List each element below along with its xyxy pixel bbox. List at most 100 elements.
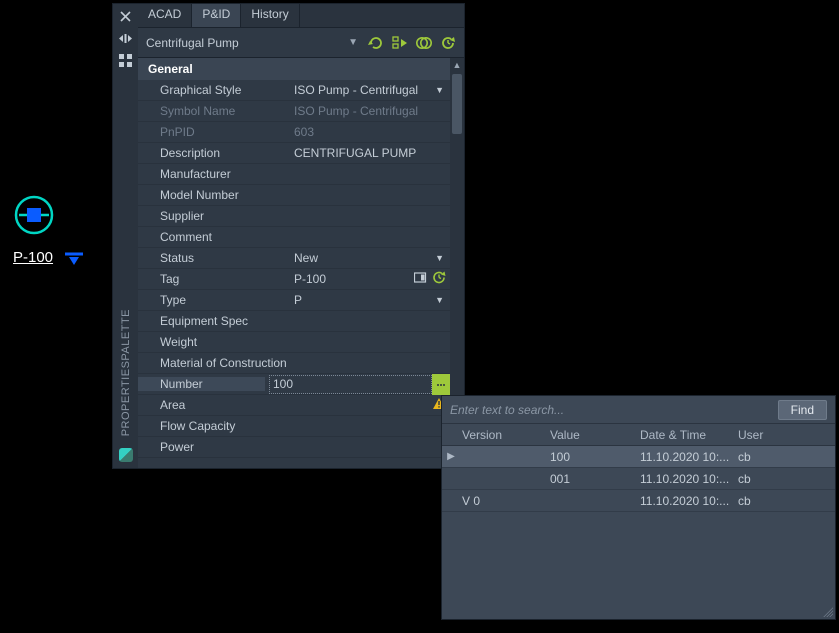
property-value[interactable]: P-100: [290, 269, 450, 289]
palette-title: PROPERTIESPALETTE: [120, 309, 132, 436]
find-button[interactable]: Find: [778, 400, 827, 420]
property-label: Equipment Spec: [138, 314, 290, 328]
property-value[interactable]: [290, 311, 450, 331]
property-row[interactable]: Supplier: [138, 206, 450, 227]
palette-sidebar: PROPERTIESPALETTE: [113, 4, 138, 468]
property-value[interactable]: [290, 185, 450, 205]
property-label: Status: [138, 251, 290, 265]
property-row[interactable]: Equipment Spec: [138, 311, 450, 332]
canvas-tag-label[interactable]: P-100: [13, 249, 53, 267]
property-label: Tag: [138, 272, 290, 286]
venn-icon[interactable]: [414, 33, 434, 53]
property-row[interactable]: TypeP▼: [138, 290, 450, 311]
property-row[interactable]: Power: [138, 437, 450, 458]
property-row[interactable]: DescriptionCENTRIFUGAL PUMP: [138, 143, 450, 164]
property-row[interactable]: Weight: [138, 332, 450, 353]
property-value[interactable]: [290, 227, 450, 247]
tab-history[interactable]: History: [241, 4, 299, 27]
history-row[interactable]: 00111.10.2020 10:...cb: [442, 468, 835, 490]
property-ellipsis-button[interactable]: [432, 374, 450, 395]
property-row[interactable]: Area: [138, 395, 450, 416]
dropdown-caret-icon[interactable]: ▼: [435, 85, 444, 95]
refresh-icon[interactable]: [366, 33, 386, 53]
property-row[interactable]: Status New ▼: [138, 248, 450, 269]
object-name[interactable]: Centrifugal Pump: [146, 36, 340, 50]
property-row[interactable]: Number: [138, 374, 450, 395]
history-row[interactable]: V 011.10.2020 10:...cb: [442, 490, 835, 512]
property-value[interactable]: [290, 416, 450, 436]
property-row[interactable]: Graphical StyleISO Pump - Centrifugal▼: [138, 80, 450, 101]
section-header-general[interactable]: General: [138, 58, 450, 80]
canvas-tag-marker[interactable]: [65, 252, 83, 271]
palette-main: ACAD P&ID History Centrifugal Pump ▼ Gen…: [138, 4, 464, 468]
history-popup: Find Version Value Date & Time User ▶ 100…: [441, 395, 836, 620]
palette-brand-icon[interactable]: [119, 448, 133, 462]
history-cell-date: 11.10.2020 10:...: [640, 494, 738, 508]
autohide-icon[interactable]: [118, 30, 134, 46]
property-value[interactable]: [290, 332, 450, 352]
col-header-date[interactable]: Date & Time: [640, 428, 738, 442]
property-value[interactable]: [290, 395, 450, 415]
settings-icon[interactable]: [118, 52, 134, 68]
history-cell-version: V 0: [460, 494, 550, 508]
object-dropdown-caret[interactable]: ▼: [344, 37, 362, 48]
tag-history-icon[interactable]: [432, 271, 446, 288]
history-cell-value: 100: [550, 450, 640, 464]
property-value-text: New: [294, 251, 318, 265]
property-value-text: P: [294, 293, 302, 307]
tab-pid[interactable]: P&ID: [192, 4, 241, 27]
property-label: Weight: [138, 335, 290, 349]
property-row[interactable]: Manufacturer: [138, 164, 450, 185]
property-value[interactable]: ISO Pump - Centrifugal▼: [290, 80, 450, 100]
property-value[interactable]: [290, 353, 450, 373]
property-label: Graphical Style: [138, 83, 290, 97]
property-value-text: P-100: [294, 272, 326, 286]
tab-acad[interactable]: ACAD: [138, 4, 192, 27]
col-header-value[interactable]: Value: [550, 428, 640, 442]
current-row-marker-icon: ▶: [442, 451, 460, 462]
property-value[interactable]: ISO Pump - Centrifugal: [290, 101, 450, 121]
palette-tabs: ACAD P&ID History: [138, 4, 464, 28]
history-header-row: Version Value Date & Time User: [442, 424, 835, 446]
property-value[interactable]: [290, 437, 450, 457]
property-label: Material of Construction: [138, 356, 290, 370]
property-label: Manufacturer: [138, 167, 290, 181]
property-label: Number: [138, 377, 265, 391]
canvas-pump-symbol[interactable]: [13, 194, 55, 236]
dropdown-caret-icon[interactable]: ▼: [435, 295, 444, 305]
property-value[interactable]: [265, 374, 450, 394]
property-row[interactable]: Flow Capacity: [138, 416, 450, 437]
dropdown-caret-icon[interactable]: ▼: [435, 253, 444, 263]
tag-format-icon[interactable]: [414, 272, 428, 287]
property-value[interactable]: [290, 206, 450, 226]
history-row[interactable]: ▶ 10011.10.2020 10:...cb: [442, 446, 835, 468]
property-value-input[interactable]: [269, 375, 432, 394]
property-row[interactable]: Material of Construction: [138, 353, 450, 374]
property-label: Comment: [138, 230, 290, 244]
close-icon[interactable]: [118, 8, 134, 24]
property-value[interactable]: New ▼: [290, 248, 450, 268]
history-refresh-icon[interactable]: [438, 33, 458, 53]
history-cell-value: 001: [550, 472, 640, 486]
scroll-thumb[interactable]: [452, 74, 462, 134]
property-row[interactable]: Symbol NameISO Pump - Centrifugal: [138, 101, 450, 122]
scroll-up-icon[interactable]: ▲: [450, 58, 464, 72]
resize-grip[interactable]: [823, 607, 833, 617]
property-row[interactable]: PnPID603: [138, 122, 450, 143]
property-value[interactable]: [290, 164, 450, 184]
col-header-user[interactable]: User: [738, 428, 835, 442]
property-row[interactable]: Comment: [138, 227, 450, 248]
history-cell-user: cb: [738, 450, 835, 464]
history-search-input[interactable]: [450, 403, 770, 417]
property-value[interactable]: CENTRIFUGAL PUMP: [290, 143, 450, 163]
property-label: Symbol Name: [138, 104, 290, 118]
history-cell-date: 11.10.2020 10:...: [640, 450, 738, 464]
property-value[interactable]: 603: [290, 122, 450, 142]
quick-select-icon[interactable]: [390, 33, 410, 53]
property-label: Type: [138, 293, 290, 307]
property-row[interactable]: Model Number: [138, 185, 450, 206]
col-header-version[interactable]: Version: [460, 428, 550, 442]
property-value[interactable]: P▼: [290, 290, 450, 310]
property-row[interactable]: Tag P-100: [138, 269, 450, 290]
property-value-text: CENTRIFUGAL PUMP: [294, 146, 416, 160]
